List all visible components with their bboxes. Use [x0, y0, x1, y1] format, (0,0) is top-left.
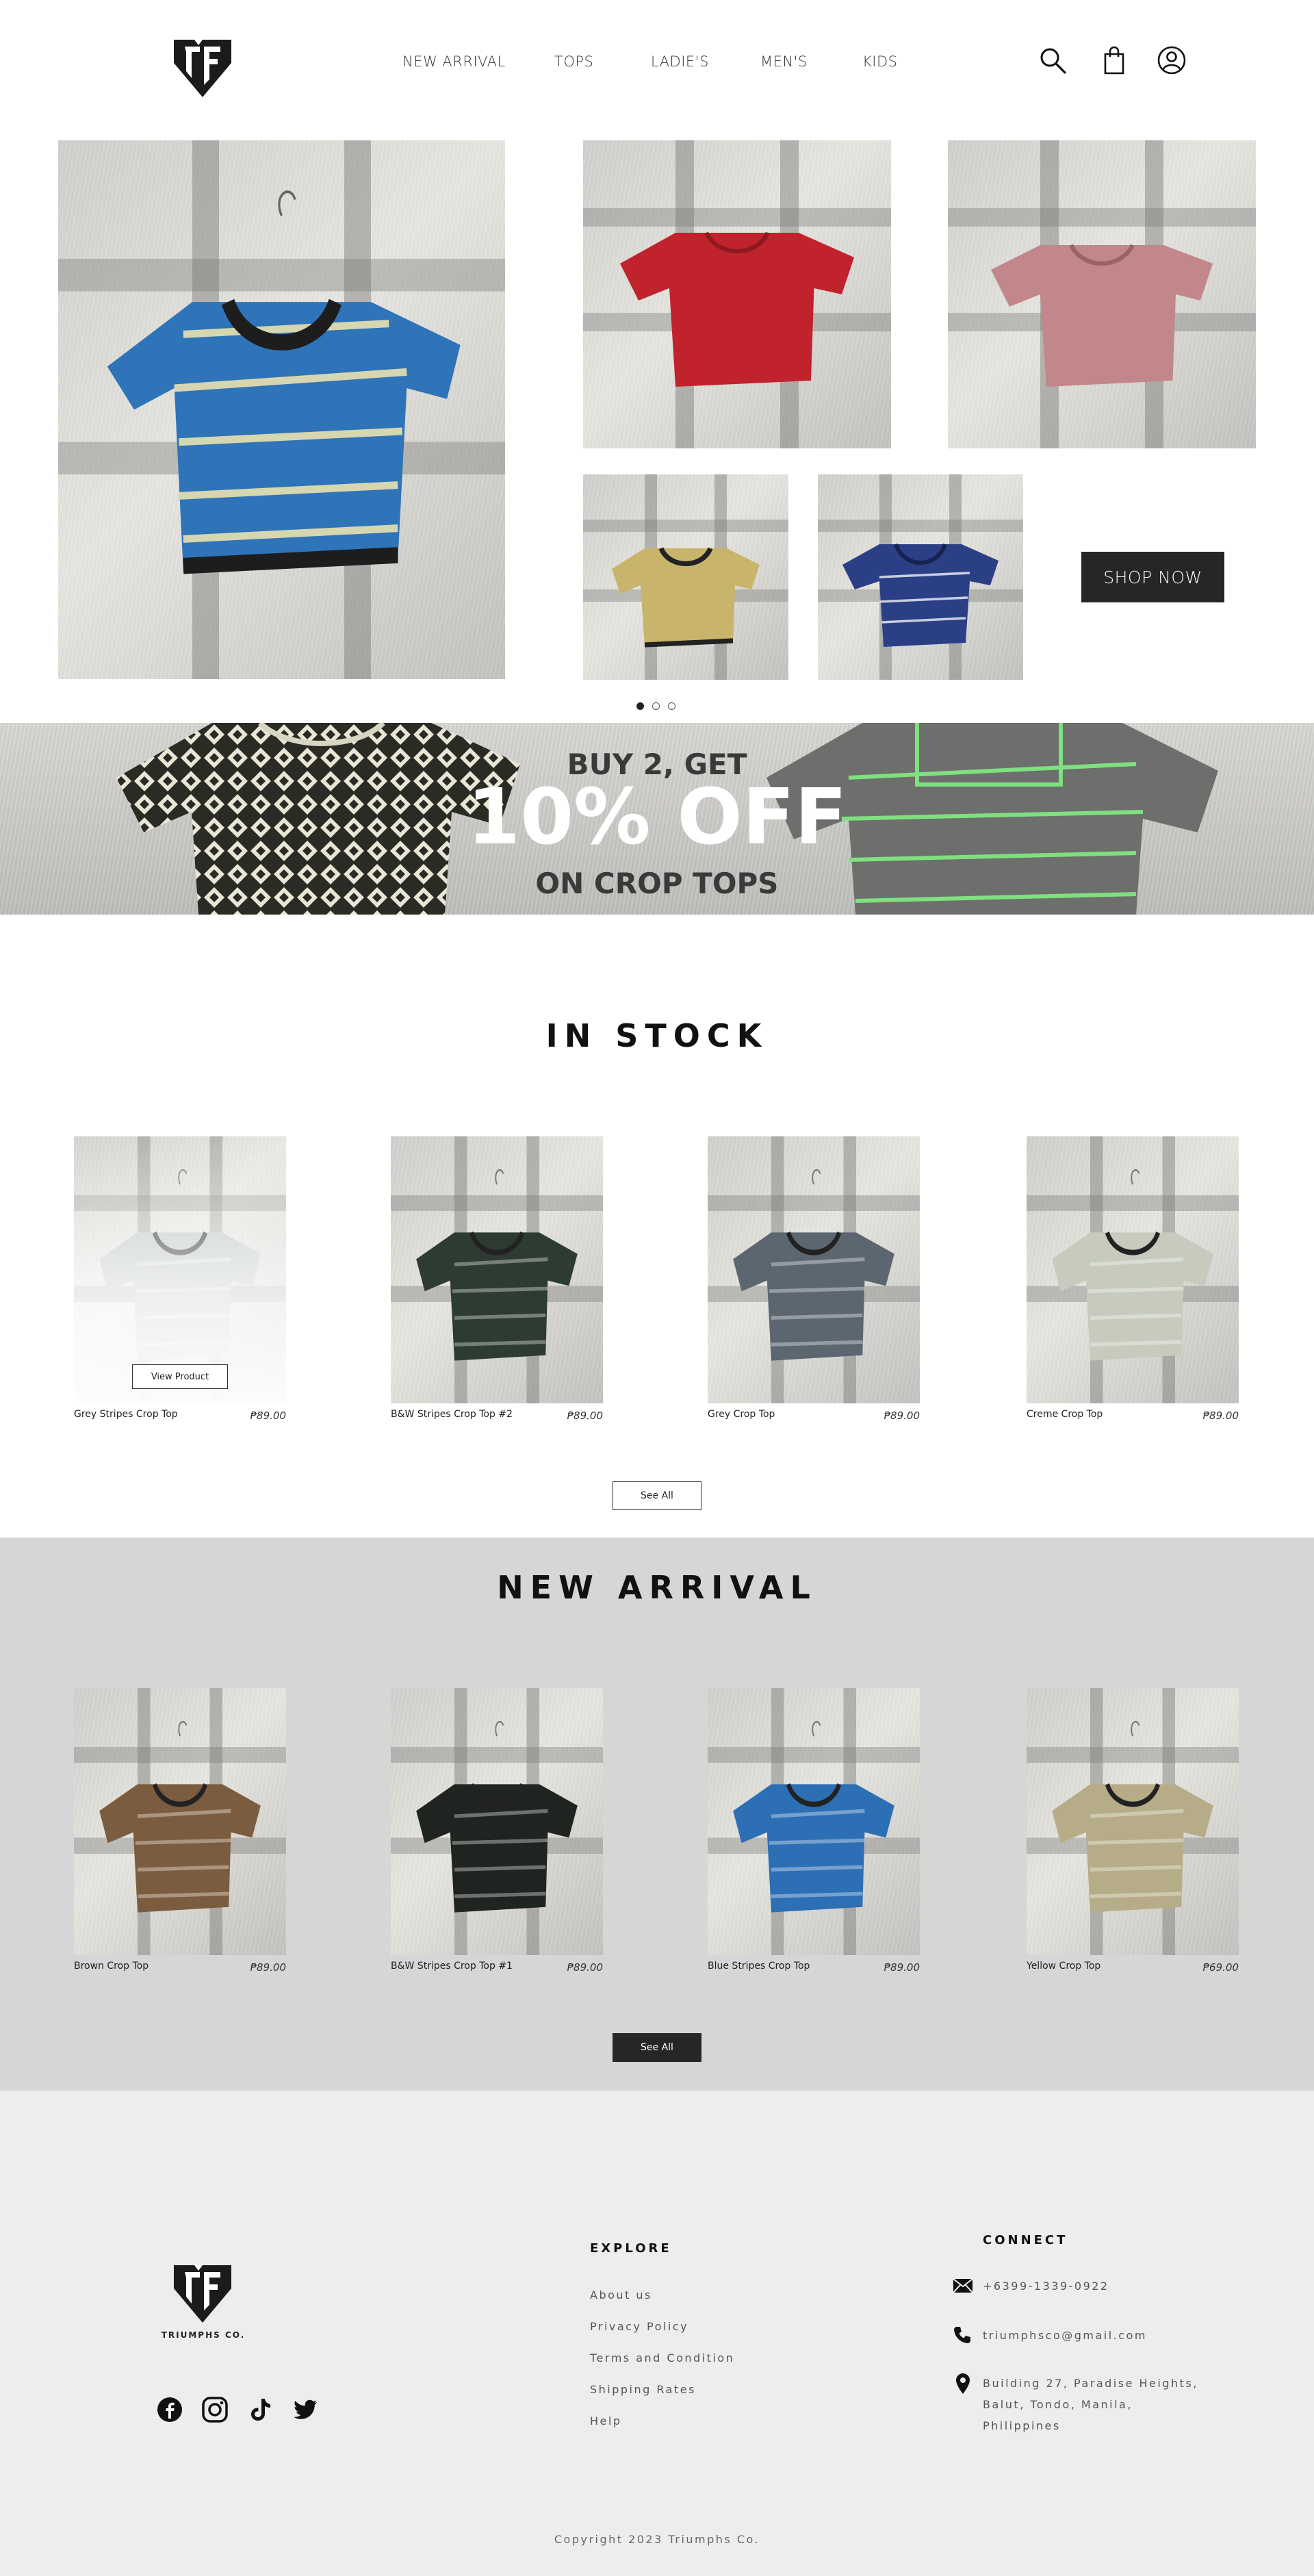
product-image[interactable]: [74, 1136, 286, 1403]
facebook-icon[interactable]: [156, 2396, 183, 2423]
promo-banner[interactable]: BUY 2, GET 10% OFF ON CROP TOPS: [0, 723, 1314, 915]
location-pin-icon: [956, 2373, 970, 2394]
product-name[interactable]: Creme Crop Top: [1027, 1409, 1103, 1420]
in-stock-title: IN STOCK: [545, 1017, 769, 1054]
crop-top-image: [416, 1169, 578, 1361]
product-image[interactable]: [708, 1136, 920, 1403]
product-price: ₱89.00: [567, 1961, 604, 1974]
hero-photo-yellow-shirt[interactable]: [583, 474, 788, 680]
crop-top-image: [99, 1721, 261, 1913]
connect-title: CONNECT: [983, 2233, 1068, 2247]
blue-stripes-shirt-image: [107, 190, 461, 574]
nav-ladies[interactable]: LADIE'S: [651, 53, 709, 70]
crop-top-image: [733, 1721, 894, 1913]
yellow-shirt-image: [612, 547, 760, 648]
product-image[interactable]: [391, 1688, 603, 1955]
product-price: ₱89.00: [1202, 1410, 1239, 1422]
crop-top-image: [1052, 1169, 1213, 1361]
address-line-3: Philippines: [983, 2419, 1061, 2432]
product-price: ₱89.00: [567, 1410, 604, 1422]
footer-link-about[interactable]: About us: [590, 2288, 652, 2301]
tiktok-icon[interactable]: [246, 2396, 274, 2423]
in-stock-see-all-button[interactable]: See All: [613, 1481, 701, 1510]
nav-tops[interactable]: TOPS: [554, 53, 593, 70]
nav-mens[interactable]: MEN'S: [760, 53, 808, 70]
carousel-dot-1[interactable]: [636, 702, 644, 710]
search-icon[interactable]: [1038, 45, 1068, 75]
hover-overlay: [74, 1136, 286, 1403]
footer-link-help[interactable]: Help: [590, 2414, 621, 2427]
footer-address: Building 27, Paradise Heights, Balut, To…: [983, 2373, 1198, 2436]
footer-email[interactable]: triumphsco@gmail.com: [983, 2325, 1147, 2346]
product-name[interactable]: Grey Stripes Crop Top: [74, 1409, 178, 1420]
new-arrival-title: NEW ARRIVAL: [497, 1569, 817, 1606]
address-line-2: Balut, Tondo, Manila,: [983, 2398, 1133, 2411]
shopping-bag-icon[interactable]: [1099, 45, 1129, 75]
product-price: ₱89.00: [250, 1961, 287, 1974]
navy-shirt-image: [842, 543, 999, 647]
footer-link-privacy[interactable]: Privacy Policy: [590, 2320, 688, 2333]
promo-line-2: 10% OFF: [467, 773, 847, 862]
footer-brand-name: TRIUMPHS CO.: [161, 2330, 246, 2340]
carousel-dot-2[interactable]: [652, 702, 660, 710]
hero-main-photo[interactable]: [58, 140, 505, 679]
carousel-dots: [636, 702, 675, 710]
product-price: ₱89.00: [884, 1410, 920, 1422]
product-name[interactable]: Grey Crop Top: [708, 1409, 775, 1420]
new-arrival-see-all-button[interactable]: See All: [613, 2033, 701, 2062]
user-account-icon[interactable]: [1157, 45, 1187, 75]
product-image[interactable]: [74, 1688, 286, 1955]
hero-photo-pink-shirt[interactable]: [948, 140, 1256, 448]
carousel-dot-3[interactable]: [668, 702, 675, 710]
crop-top-image: [1052, 1721, 1213, 1913]
product-name[interactable]: B&W Stripes Crop Top #1: [391, 1961, 513, 1972]
product-image[interactable]: [708, 1688, 920, 1955]
product-name[interactable]: Brown Crop Top: [74, 1961, 149, 1972]
product-name[interactable]: B&W Stripes Crop Top #2: [391, 1409, 513, 1420]
footer-brand-logo[interactable]: [168, 2262, 237, 2325]
product-image[interactable]: [1027, 1136, 1239, 1403]
footer-link-shipping[interactable]: Shipping Rates: [590, 2383, 696, 2396]
mail-icon: [953, 2278, 973, 2293]
address-line-1: Building 27, Paradise Heights,: [983, 2377, 1198, 2390]
product-name[interactable]: Blue Stripes Crop Top: [708, 1961, 810, 1972]
phone-icon: [954, 2327, 970, 2343]
product-price: ₱89.00: [250, 1410, 287, 1422]
instagram-icon[interactable]: [201, 2396, 229, 2423]
crop-top-image: [733, 1169, 894, 1361]
nav-new-arrival[interactable]: NEW ARRIVAL: [402, 53, 506, 70]
product-image[interactable]: [1027, 1688, 1239, 1955]
product-name[interactable]: Yellow Crop Top: [1027, 1961, 1100, 1972]
product-image[interactable]: [391, 1136, 603, 1403]
promo-line-3: ON CROP TOPS: [535, 867, 779, 900]
brand-logo[interactable]: [168, 37, 237, 100]
nav-kids[interactable]: KIDS: [862, 53, 897, 70]
hero-photo-red-shirt[interactable]: [583, 140, 891, 448]
pink-shirt-image: [991, 244, 1213, 387]
twitter-icon[interactable]: [292, 2396, 319, 2423]
crop-top-image: [416, 1721, 578, 1913]
explore-title: EXPLORE: [590, 2241, 672, 2256]
product-price: ₱69.00: [1202, 1961, 1239, 1974]
shop-now-button[interactable]: SHOP NOW: [1081, 552, 1224, 602]
copyright: Copyright 2023 Triumphs Co.: [554, 2533, 760, 2546]
product-price: ₱89.00: [884, 1961, 920, 1974]
footer-link-terms[interactable]: Terms and Condition: [590, 2351, 734, 2364]
hero-photo-navy-shirt[interactable]: [818, 474, 1023, 680]
footer-phone[interactable]: +6399-1339-0922: [983, 2275, 1109, 2297]
red-shirt-image: [620, 231, 854, 387]
view-product-button[interactable]: View Product: [132, 1364, 228, 1389]
